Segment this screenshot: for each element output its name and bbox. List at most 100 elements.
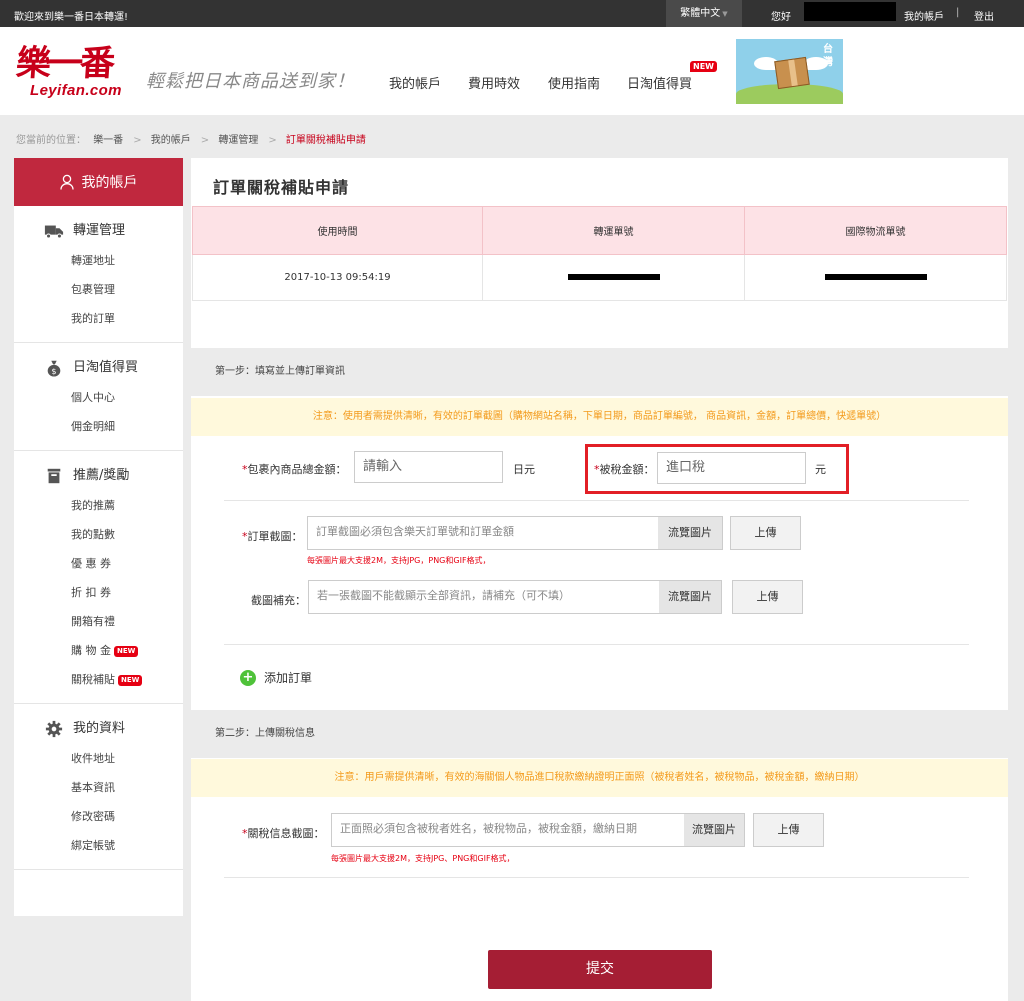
supplement-input[interactable]: 若一張截圖不能截顯示全部資訊，請補充（可不填） <box>308 580 660 614</box>
sidebar-title-label: 推薦/獎勵 <box>73 468 130 483</box>
sidebar-group-profile: 我的資料 收件地址 基本資訊 修改密碼 綁定帳號 <box>14 704 183 870</box>
sidebar-group-rewards: 推薦/獎勵 我的推薦 我的點數 優 惠 券 折 扣 券 開箱有禮 購 物 金 NE… <box>14 451 183 704</box>
sidebar-item-parcels[interactable]: 包裹管理 <box>14 275 183 304</box>
sidebar-item-points[interactable]: 我的點數 <box>14 520 183 549</box>
sidebar-item-basic-info[interactable]: 基本資訊 <box>14 773 183 802</box>
sidebar-title-deals[interactable]: $ 日淘值得買 <box>14 353 183 383</box>
supplement-browse-button[interactable]: 流覽圖片 <box>659 580 722 614</box>
gear-icon <box>45 720 63 738</box>
order-screenshot-input[interactable]: 訂單截圖必須包含樂天訂單號和訂單金額 <box>307 516 659 550</box>
total-amount-label: *包裹內商品總金額： <box>242 461 347 477</box>
table-header-row: 使用時間 轉運單號 國際物流單號 <box>192 206 1007 255</box>
nav-deals[interactable]: 日淘值得買 <box>627 73 692 92</box>
taiwan-shipping-banner[interactable]: 台灣 <box>736 39 843 104</box>
nav-guide[interactable]: 使用指南 <box>548 73 600 92</box>
breadcrumb-current: 訂單關稅補貼申請 <box>285 135 366 146</box>
sidebar-item-referrals[interactable]: 我的推薦 <box>14 491 183 520</box>
order-screenshot-upload-button[interactable]: 上傳 <box>730 516 801 550</box>
sidebar-title-rewards[interactable]: 推薦/獎勵 <box>14 461 183 491</box>
new-badge: NEW <box>114 646 139 657</box>
sidebar-title-label: 我的資料 <box>73 721 126 736</box>
order-screenshot-browse-button[interactable]: 流覽圖片 <box>658 516 723 550</box>
sidebar-title-label: 日淘值得買 <box>73 360 139 375</box>
logo-chinese: 樂一番 <box>14 43 114 84</box>
banner-taiwan-text: 台灣 <box>823 44 833 68</box>
sidebar: 我的帳戶 轉運管理 轉運地址 包裹管理 我的訂單 $ 日淘值得買 個人中心 佣金… <box>14 158 183 916</box>
sidebar-group-deals: $ 日淘值得買 個人中心 佣金明細 <box>14 343 183 451</box>
sidebar-item-label: 關稅補貼 <box>71 673 115 686</box>
total-amount-unit: 日元 <box>513 463 535 476</box>
sidebar-item-personal[interactable]: 個人中心 <box>14 383 183 412</box>
sidebar-item-bind-account[interactable]: 綁定帳號 <box>14 831 183 860</box>
supplement-upload-button[interactable]: 上傳 <box>732 580 803 614</box>
sidebar-title-label: 轉運管理 <box>73 223 126 238</box>
top-my-account-link[interactable]: 我的帳戶 <box>904 8 944 23</box>
tax-info-input[interactable]: 正面照必須包含被稅者姓名，被稅物品，被稅金額，繳納日期 <box>331 813 687 847</box>
supplement-label: 截圖補充： <box>251 594 306 607</box>
step1-header: 第一步：填寫並上傳訂單資訊 <box>191 348 1008 396</box>
breadcrumb: 您當前的位置： 樂一番 > 我的帳戶 > 轉運管理 > 訂單關稅補貼申請 <box>16 131 370 146</box>
divider <box>224 877 969 878</box>
sidebar-item-password[interactable]: 修改密碼 <box>14 802 183 831</box>
order-screenshot-label-text: 訂單截圖： <box>247 530 303 543</box>
breadcrumb-account[interactable]: 我的帳戶 <box>151 135 191 146</box>
total-amount-input[interactable]: 請輸入 <box>354 451 503 483</box>
sidebar-item-shopping-credit[interactable]: 購 物 金 NEW <box>14 636 183 665</box>
cell-use-time: 2017-10-13 09:54:19 <box>192 254 483 301</box>
sidebar-item-unboxing[interactable]: 開箱有禮 <box>14 607 183 636</box>
plus-icon: + <box>240 669 256 686</box>
cell-transport-no <box>482 254 745 301</box>
user-icon <box>59 174 74 190</box>
language-label: 繁體中文 <box>680 8 721 19</box>
redacted-transport-no <box>567 274 660 280</box>
sidebar-item-commission[interactable]: 佣金明細 <box>14 412 183 441</box>
column-header-intl-no: 國際物流單號 <box>744 206 1007 255</box>
breadcrumb-separator: > <box>268 135 277 146</box>
site-header: 樂一番 Leyifan.com 輕鬆把日本商品送到家！ 我的帳戶 費用時效 使用… <box>0 27 1024 115</box>
logout-link[interactable]: 登出 <box>974 8 994 23</box>
nav-fees[interactable]: 費用時效 <box>468 73 520 92</box>
new-badge: NEW <box>118 675 143 686</box>
site-logo[interactable]: 樂一番 Leyifan.com <box>14 43 138 107</box>
sidebar-item-tax-subsidy[interactable]: 關稅補貼 NEW <box>14 665 183 694</box>
breadcrumb-transport[interactable]: 轉運管理 <box>218 135 258 146</box>
sidebar-group-transport: 轉運管理 轉運地址 包裹管理 我的訂單 <box>14 206 183 343</box>
step1-notice: 注意：使用者需提供清晰，有效的訂單截圖（購物網站名稱，下單日期，商品訂單編號， … <box>191 398 1008 436</box>
sidebar-title-transport[interactable]: 轉運管理 <box>14 216 183 246</box>
greeting-text: 您好 <box>771 12 791 23</box>
top-bar: 歡迎來到樂一番日本轉運! 繁體中文 ▼ 您好 我的帳戶 | 登出 <box>0 0 1024 27</box>
tax-info-browse-button[interactable]: 流覽圖片 <box>684 813 745 847</box>
redacted-intl-no <box>824 274 927 280</box>
tax-info-upload-button[interactable]: 上傳 <box>753 813 824 847</box>
redacted-username <box>804 2 896 21</box>
table-row: 2017-10-13 09:54:19 <box>192 254 1007 301</box>
welcome-text: 歡迎來到樂一番日本轉運! <box>14 12 129 23</box>
column-header-time: 使用時間 <box>192 206 483 255</box>
parcel-tape <box>788 59 798 87</box>
cell-intl-no <box>744 254 1007 301</box>
language-selector[interactable]: 繁體中文 ▼ <box>666 0 742 27</box>
sidebar-item-address[interactable]: 轉運地址 <box>14 246 183 275</box>
sidebar-title-profile[interactable]: 我的資料 <box>14 714 183 744</box>
sidebar-item-orders[interactable]: 我的訂單 <box>14 304 183 333</box>
sidebar-item-shipping-address[interactable]: 收件地址 <box>14 744 183 773</box>
total-amount-label-text: 包裹內商品總金額： <box>247 463 347 476</box>
sidebar-item-discounts[interactable]: 折 扣 券 <box>14 578 183 607</box>
step2-header: 第二步：上傳關稅信息 <box>191 710 1008 758</box>
sidebar-item-label: 購 物 金 <box>71 644 111 657</box>
page-title: 訂單關稅補貼申請 <box>213 178 350 197</box>
nav-my-account[interactable]: 我的帳戶 <box>389 73 441 92</box>
submit-button[interactable]: 提交 <box>488 950 712 989</box>
add-order-label: 添加訂單 <box>264 671 313 685</box>
step2-notice: 注意：用戶需提供清晰，有效的海關個人物品進口稅款繳納證明正面照（被稅者姓名，被稅… <box>191 759 1008 797</box>
divider <box>224 500 969 501</box>
sidebar-item-coupons[interactable]: 優 惠 券 <box>14 549 183 578</box>
add-order-button[interactable]: + 添加訂單 <box>240 669 312 686</box>
sidebar-header-label: 我的帳戶 <box>81 175 138 191</box>
slogan: 輕鬆把日本商品送到家！ <box>146 71 355 92</box>
breadcrumb-home[interactable]: 樂一番 <box>93 135 123 146</box>
logo-english: Leyifan.com <box>30 82 122 99</box>
sidebar-header[interactable]: 我的帳戶 <box>14 158 183 206</box>
highlight-box <box>585 444 849 494</box>
order-table: 使用時間 轉運單號 國際物流單號 2017-10-13 09:54:19 <box>192 206 1007 301</box>
